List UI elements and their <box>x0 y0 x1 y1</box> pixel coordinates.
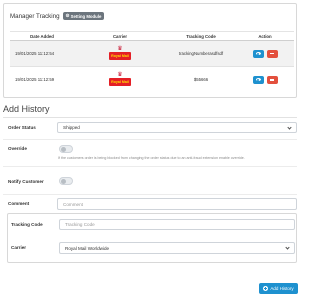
toggle-knob <box>61 179 66 184</box>
notify-customer-toggle[interactable] <box>59 177 73 185</box>
comment-placeholder: Comment <box>63 201 83 207</box>
carrier-select[interactable]: Royal Mail Worldwide <box>59 242 295 254</box>
tracking-panel-title: Manager Tracking <box>10 12 60 20</box>
setting-module-badge[interactable]: ⚙ Setting Module <box>62 12 105 20</box>
order-status-select[interactable]: Shipped <box>57 122 297 133</box>
row-divider <box>3 194 297 195</box>
view-button[interactable] <box>252 75 264 84</box>
delete-button[interactable] <box>266 75 278 84</box>
carrier-value: Royal Mail Worldwide <box>65 245 110 251</box>
eye-icon <box>255 78 261 82</box>
row-date: 19/01/2025 11:12:54 <box>10 40 74 67</box>
add-history-button[interactable]: Add History <box>259 283 298 294</box>
table-header-row: Date Added Carrier Tracking Code Action <box>10 31 294 41</box>
row-divider <box>3 139 297 140</box>
override-toggle[interactable] <box>59 145 73 153</box>
row-tracking-code: trackingNumberasdfsdf <box>166 40 236 67</box>
eye-icon <box>255 52 261 55</box>
row-date: 19/01/2025 11:12:59 <box>10 66 74 93</box>
gear-icon: ⚙ <box>65 13 70 18</box>
order-status-label: Order Status <box>8 125 36 130</box>
row-actions <box>236 66 294 93</box>
toggle-knob <box>61 147 66 152</box>
notify-customer-label: Notify Customer <box>8 179 44 184</box>
delete-button[interactable] <box>266 49 278 58</box>
override-label: Override <box>8 146 27 151</box>
view-button[interactable] <box>252 49 264 58</box>
tracking-code-placeholder: Tracking Code <box>65 222 95 227</box>
chevron-down-icon <box>287 124 292 130</box>
column-carrier: Carrier <box>74 31 166 41</box>
chevron-down-icon <box>285 245 290 250</box>
table-row: 19/01/2025 11:12:54 ♛ Royal Mail trackin… <box>10 40 294 67</box>
royal-mail-logo: ♛ Royal Mail <box>109 46 131 61</box>
tracking-code-input[interactable]: Tracking Code <box>59 219 295 230</box>
table-row: 19/01/2025 11:12:59 ♛ Royal Mail $55666 <box>10 66 294 93</box>
add-history-button-label: Add History <box>270 286 294 291</box>
tracking-panel-header: Manager Tracking ⚙ Setting Module <box>4 4 296 22</box>
minus-icon <box>270 79 274 81</box>
plus-circle-icon <box>263 286 269 291</box>
tracking-code-label: Tracking Code <box>11 222 43 227</box>
column-action: Action <box>236 31 294 41</box>
row-carrier: ♛ Royal Mail <box>74 66 166 93</box>
add-history-title: Add History <box>3 104 50 114</box>
tracking-table: Date Added Carrier Tracking Code Action … <box>10 31 294 93</box>
comment-label: Comment <box>8 201 30 206</box>
column-tracking-code: Tracking Code <box>166 31 236 41</box>
tracking-panel: Manager Tracking ⚙ Setting Module Date A… <box>3 3 297 98</box>
setting-module-label: Setting Module <box>70 13 102 19</box>
minus-icon <box>270 52 274 55</box>
royal-mail-logo: ♛ Royal Mail <box>109 72 131 87</box>
row-divider <box>3 166 297 167</box>
column-date-added: Date Added <box>10 31 74 41</box>
override-help: If the customers order is being blocked … <box>58 156 245 160</box>
comment-textarea[interactable]: Comment <box>57 198 297 210</box>
order-status-value: Shipped <box>63 125 80 130</box>
row-tracking-code: $55666 <box>166 66 236 93</box>
row-actions <box>236 40 294 67</box>
section-rule <box>3 117 297 118</box>
row-carrier: ♛ Royal Mail <box>74 40 166 67</box>
carrier-label: Carrier <box>11 245 27 250</box>
